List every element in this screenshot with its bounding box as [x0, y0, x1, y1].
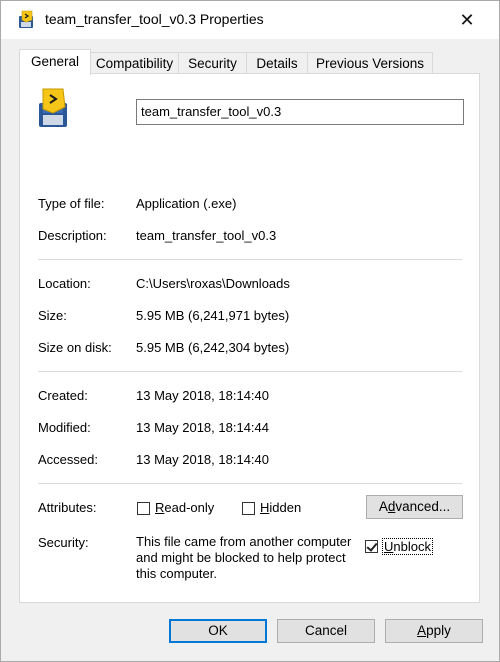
size-on-disk-value: 5.95 MB (6,242,304 bytes) [136, 340, 290, 355]
created-value: 13 May 2018, 18:14:40 [136, 388, 269, 403]
type-of-file-value: Application (.exe) [136, 196, 237, 211]
file-name-input[interactable]: team_transfer_tool_v0.3 [136, 99, 464, 125]
separator [38, 483, 462, 484]
separator [38, 371, 462, 372]
modified-value: 13 May 2018, 18:14:44 [136, 420, 269, 435]
tab-details[interactable]: Details [246, 52, 308, 73]
window-title: team_transfer_tool_v0.3 Properties [45, 11, 264, 27]
hidden-label[interactable]: Hidden [260, 500, 301, 515]
size-value: 5.95 MB (6,241,971 bytes) [136, 308, 290, 323]
location-value: C:\Users\roxas\Downloads [136, 276, 290, 291]
tab-security[interactable]: Security [178, 52, 247, 73]
application-icon [39, 88, 67, 127]
readonly-checkbox[interactable] [137, 502, 150, 515]
created-label: Created: [38, 388, 88, 403]
attributes-label: Attributes: [38, 500, 97, 515]
cancel-button[interactable]: Cancel [277, 619, 375, 643]
unblock-label[interactable]: Unblock [382, 538, 433, 555]
description-label: Description: [38, 228, 107, 243]
accessed-value: 13 May 2018, 18:14:40 [136, 452, 269, 467]
security-line: and might be blocked to help protect [136, 550, 346, 565]
properties-window: team_transfer_tool_v0.3 Properties ✕ Gen… [0, 0, 500, 662]
tab-compatibility[interactable]: Compatibility [90, 52, 179, 73]
tab-general[interactable]: General [19, 49, 91, 75]
hidden-checkbox[interactable] [242, 502, 255, 515]
location-label: Location: [38, 276, 91, 291]
ok-button[interactable]: OK [169, 619, 267, 643]
readonly-label[interactable]: Read-only [155, 500, 214, 515]
size-label: Size: [38, 308, 67, 323]
security-label: Security: [38, 535, 89, 550]
modified-label: Modified: [38, 420, 91, 435]
dialog-client: General Compatibility Security Details P… [1, 39, 499, 661]
unblock-checkbox[interactable] [365, 540, 378, 553]
type-of-file-label: Type of file: [38, 196, 105, 211]
tab-previous-versions[interactable]: Previous Versions [307, 52, 433, 73]
security-line: This file came from another computer [136, 534, 352, 549]
title-bar[interactable]: team_transfer_tool_v0.3 Properties ✕ [1, 1, 499, 39]
close-icon[interactable]: ✕ [445, 5, 489, 35]
security-line: this computer. [136, 566, 217, 581]
separator [38, 259, 462, 260]
description-value: team_transfer_tool_v0.3 [136, 228, 277, 243]
general-panel: team_transfer_tool_v0.3 Type of file: Ap… [19, 73, 480, 603]
accessed-label: Accessed: [38, 452, 98, 467]
app-file-icon [19, 10, 33, 28]
size-on-disk-label: Size on disk: [38, 340, 112, 355]
advanced-button[interactable]: Advanced... [366, 495, 463, 519]
security-message: This file came from another computer and… [136, 534, 351, 582]
apply-button[interactable]: Apply [385, 619, 483, 643]
